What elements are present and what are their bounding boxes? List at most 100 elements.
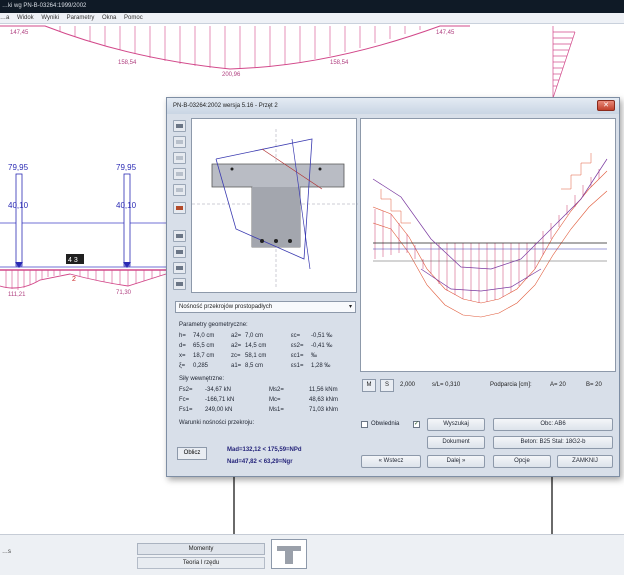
tool-erase-icon[interactable] bbox=[173, 184, 186, 196]
main-menu-bar: …a Widok Wyniki Parametry Okna Pomoc bbox=[0, 13, 624, 24]
force-value: 71,03 kNm bbox=[309, 407, 339, 413]
tab-theory[interactable]: Teoria I rzędu bbox=[137, 557, 265, 569]
tool-print-icon[interactable] bbox=[173, 278, 186, 290]
moment-envelope-chart bbox=[360, 118, 616, 372]
geom-key: εs2= bbox=[291, 343, 304, 349]
chart-controls: M S 2,000 s/L= 0,310 Podparcia [cm]: A= … bbox=[360, 379, 616, 393]
force-label-left-low: 40,10 bbox=[8, 201, 29, 210]
menu-item-help[interactable]: Pomoc bbox=[124, 15, 143, 21]
tool-section-icon[interactable] bbox=[173, 202, 186, 214]
geom-row: x= 18,7 cm zc= 58,1 cm εc1= ‰ bbox=[179, 353, 355, 361]
top-label-right: 147,45 bbox=[436, 30, 455, 36]
document-button[interactable]: Dokument bbox=[427, 436, 485, 449]
geom-value: 0,285 bbox=[193, 363, 209, 369]
close-icon[interactable]: ✕ bbox=[597, 100, 615, 111]
force-arrow-mid bbox=[123, 173, 131, 268]
s-toggle-button[interactable]: S bbox=[380, 379, 394, 392]
section-view-button[interactable] bbox=[271, 539, 307, 569]
geom-value: 74,0 cm bbox=[193, 333, 215, 339]
geom-header: Parametry geometryczne: bbox=[179, 322, 248, 328]
geom-key: εs1= bbox=[291, 363, 304, 369]
menu-item-windows[interactable]: Okna bbox=[102, 15, 116, 21]
geom-value: -0,51 ‰ bbox=[311, 333, 333, 339]
lower-moment-hatch bbox=[0, 270, 167, 290]
geom-value: 18,7 cm bbox=[193, 353, 215, 359]
geom-row: h= 74,0 cm a2= 7,0 cm εc= -0,51 ‰ bbox=[179, 333, 355, 341]
geom-key: εc= bbox=[291, 333, 301, 339]
geom-value: 14,5 cm bbox=[245, 343, 267, 349]
search-button[interactable]: Wyszukaj bbox=[427, 418, 485, 431]
app-window: …ki wg PN-B-03264:1999/2002 …a Widok Wyn… bbox=[0, 0, 624, 575]
dialog-title: PN-B-03264:2002 wersja 5.16 - Przęt 2 bbox=[167, 98, 619, 114]
force-value: 11,56 kNm bbox=[309, 387, 338, 393]
geom-row: ξ= 0,285 a1= 8,5 cm εs1= 1,28 ‰ bbox=[179, 363, 355, 371]
materials-button[interactable]: Beton: B25 Stal: 18G2-b bbox=[493, 436, 613, 449]
tool-edit-icon[interactable] bbox=[173, 168, 186, 180]
force-key: Mc= bbox=[269, 397, 281, 403]
force-row: Fs2= -34,67 kN Ms2= 11,56 kNm bbox=[179, 387, 355, 395]
support-b-field[interactable]: B= 20 bbox=[586, 382, 602, 388]
menu-item-parameters[interactable]: Parametry bbox=[67, 15, 95, 21]
mode-select[interactable]: Nośność przekrojów prostopadłych ▾ bbox=[175, 301, 356, 313]
status-bar: …s Momenty Teoria I rzędu bbox=[0, 534, 624, 575]
geom-key: εc1= bbox=[291, 353, 304, 359]
tool-grid-icon[interactable] bbox=[173, 246, 186, 258]
geom-value: ‰ bbox=[311, 353, 317, 359]
geom-key: a2= bbox=[231, 343, 242, 349]
node-mark: 2 bbox=[72, 276, 76, 283]
force-label-left-top: 79,95 bbox=[8, 163, 29, 172]
geom-value: 7,0 cm bbox=[245, 333, 264, 339]
envelope-drawing bbox=[372, 153, 608, 318]
bottom-value-left: 111,21 bbox=[8, 292, 26, 298]
result-moment: Mad=132,12 < 175,59=NPd bbox=[227, 447, 302, 453]
force-value: -166,71 kN bbox=[205, 397, 235, 403]
options-button[interactable]: Opcje bbox=[493, 455, 551, 468]
loads-button[interactable]: Obc: AB6 bbox=[493, 418, 613, 431]
back-button[interactable]: « Wstecz bbox=[361, 455, 421, 468]
tool-zoom-icon[interactable] bbox=[173, 230, 186, 242]
force-key: Fs1= bbox=[179, 407, 193, 413]
m-toggle-button[interactable]: M bbox=[362, 379, 376, 392]
menu-item-view[interactable]: Widok bbox=[17, 15, 34, 21]
menu-item-results[interactable]: Wyniki bbox=[41, 15, 59, 21]
menu-item-file[interactable]: …a bbox=[0, 15, 9, 21]
geom-key: x= bbox=[179, 353, 186, 359]
tool-fit-icon[interactable] bbox=[173, 262, 186, 274]
geom-row: d= 65,5 cm a2= 14,5 cm εs2= -0,41 ‰ bbox=[179, 343, 355, 351]
geom-value: 58,1 cm bbox=[245, 353, 267, 359]
geom-key: a2= bbox=[231, 333, 242, 339]
search-checkbox[interactable]: ✓ bbox=[413, 421, 420, 428]
tool-pen-icon[interactable] bbox=[173, 152, 186, 164]
geom-value: 1,28 ‰ bbox=[311, 363, 331, 369]
geom-value: 65,5 cm bbox=[193, 343, 215, 349]
envelope-checkbox[interactable] bbox=[361, 421, 368, 428]
tool-view-icon[interactable] bbox=[173, 120, 186, 132]
force-key: Fc= bbox=[179, 397, 190, 403]
force-row: Fs1= 249,00 kN Ms1= 71,03 kNm bbox=[179, 407, 355, 415]
top-label-mid-right: 158,54 bbox=[330, 60, 349, 66]
top-label-center: 200,96 bbox=[222, 72, 241, 78]
tab-moments[interactable]: Momenty bbox=[137, 543, 265, 555]
next-button[interactable]: Dalej » bbox=[427, 455, 485, 468]
chevron-down-icon: ▾ bbox=[348, 304, 352, 310]
geom-value: 8,5 cm bbox=[245, 363, 264, 369]
forces-header: Siły wewnętrzne: bbox=[179, 376, 225, 382]
force-arrow-left bbox=[15, 173, 23, 268]
ratio-label: s/L= 0,310 bbox=[432, 382, 461, 388]
spacing-value[interactable]: 2,000 bbox=[400, 382, 415, 388]
force-key: Ms1= bbox=[269, 407, 284, 413]
geom-key: zc= bbox=[231, 353, 241, 359]
right-support-hatch bbox=[552, 26, 576, 99]
close-button[interactable]: ZAMKNIJ bbox=[557, 455, 613, 468]
calculate-button[interactable]: Oblicz bbox=[177, 447, 207, 460]
top-moment-envelope bbox=[0, 25, 470, 70]
force-value: 249,00 kN bbox=[205, 407, 233, 413]
top-label-left: 147,45 bbox=[10, 30, 29, 36]
force-label-mid-low: 40,10 bbox=[116, 201, 137, 210]
geom-value: -0,41 ‰ bbox=[311, 343, 333, 349]
tool-line-icon[interactable] bbox=[173, 136, 186, 148]
top-label-mid-left: 158,54 bbox=[118, 60, 137, 66]
support-a-field[interactable]: A= 20 bbox=[550, 382, 566, 388]
bottom-value-mid: 71,30 bbox=[116, 290, 132, 296]
result-axial: Nad=47,82 < 63,29=Ngr bbox=[227, 459, 293, 465]
